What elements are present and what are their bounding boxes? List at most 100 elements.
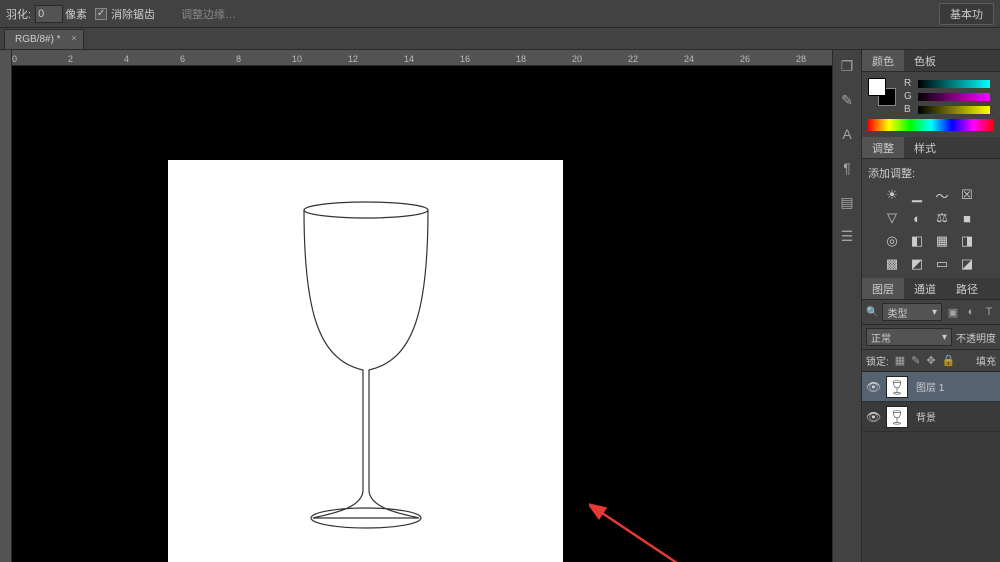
ruler-tick: 14 xyxy=(404,54,414,64)
ruler-tick: 26 xyxy=(740,54,750,64)
antialias-checkbox[interactable] xyxy=(95,8,107,20)
b-slider[interactable] xyxy=(918,106,990,114)
filter-type-dropdown[interactable]: 类型▾ xyxy=(882,303,942,321)
tab-adjustments[interactable]: 调整 xyxy=(862,137,904,158)
photo-filter-icon[interactable]: ◎ xyxy=(884,233,900,249)
foreground-color-swatch[interactable] xyxy=(868,78,886,96)
lock-all-icon[interactable]: 🔒 xyxy=(942,354,956,367)
hue-icon[interactable]: ◐ xyxy=(909,210,925,226)
lock-move-icon[interactable]: ✥ xyxy=(926,354,935,367)
ruler-tick: 28 xyxy=(796,54,806,64)
layer-thumbnail[interactable] xyxy=(886,406,908,428)
vibrance-icon[interactable]: ▽ xyxy=(884,210,900,226)
ruler-tick: 18 xyxy=(516,54,526,64)
ruler-horizontal[interactable]: 0246810121416182022242628 xyxy=(12,50,832,66)
options-bar: 羽化: 像素 消除锯齿 调整边缘… 基本功 xyxy=(0,0,1000,28)
tab-styles[interactable]: 样式 xyxy=(904,137,946,158)
posterize-icon[interactable]: ▩ xyxy=(884,256,900,272)
character-icon[interactable]: A xyxy=(837,124,857,144)
ruler-tick: 4 xyxy=(124,54,129,64)
r-slider-row: R xyxy=(904,78,994,89)
adjustments-title: 添加调整: xyxy=(868,165,994,181)
curves-icon[interactable]: 〜 xyxy=(934,187,950,203)
layer-list: 👁 图层 1 👁 背景 xyxy=(862,372,1000,562)
bw-icon[interactable]: ■ xyxy=(959,210,975,226)
feather-label: 羽化: xyxy=(6,6,31,22)
brush-icon[interactable]: ✎ xyxy=(837,90,857,110)
brightness-icon[interactable]: ☀ xyxy=(884,187,900,203)
filter-adjust-icon[interactable]: ◐ xyxy=(964,306,978,318)
adjust-panel-header: 调整 样式 xyxy=(862,137,1000,159)
tab-swatches[interactable]: 色板 xyxy=(904,50,946,71)
lock-row: 锁定: ▦ ✎ ✥ 🔒 填充 xyxy=(862,350,1000,372)
blend-mode-value: 正常 xyxy=(871,330,891,345)
levels-icon[interactable]: ▁ xyxy=(909,187,925,203)
color-panel: R G B xyxy=(862,72,1000,137)
layer-name: 图层 1 xyxy=(916,379,944,394)
layer-item[interactable]: 👁 图层 1 xyxy=(862,372,1000,402)
document-tab-title: RGB/8#) * xyxy=(15,34,61,45)
document-tab[interactable]: RGB/8#) * × xyxy=(4,29,84,49)
options-icon[interactable]: ☰ xyxy=(837,226,857,246)
invert-icon[interactable]: ◨ xyxy=(959,233,975,249)
wineglass-image xyxy=(168,160,563,562)
ruler-tick: 8 xyxy=(236,54,241,64)
paragraph-icon[interactable]: ¶ xyxy=(837,158,857,178)
exposure-icon[interactable]: ☒ xyxy=(959,187,975,203)
g-slider-row: G xyxy=(904,91,994,102)
blend-mode-dropdown[interactable]: 正常▾ xyxy=(866,328,952,346)
document-canvas[interactable] xyxy=(168,160,563,562)
selective-color-icon[interactable]: ◪ xyxy=(959,256,975,272)
document-tab-bar: RGB/8#) * × xyxy=(0,28,1000,50)
main-row: 0246810121416182022242628 ❐ ✎ A ¶ xyxy=(0,50,1000,562)
lock-pixels-icon[interactable]: ▦ xyxy=(895,354,905,367)
balance-icon[interactable]: ⚖ xyxy=(934,210,950,226)
hue-strip[interactable] xyxy=(868,119,994,131)
ruler-tick: 10 xyxy=(292,54,302,64)
ruler-tick: 16 xyxy=(460,54,470,64)
eye-icon[interactable]: 👁 xyxy=(866,380,880,394)
filter-text-icon[interactable]: T xyxy=(982,306,996,318)
refine-edge-button[interactable]: 调整边缘… xyxy=(175,4,242,24)
color-swatches[interactable] xyxy=(868,78,896,106)
collapsed-panel-strip: ❐ ✎ A ¶ ▤ ☰ xyxy=(832,50,862,562)
canvas-content[interactable] xyxy=(12,66,832,562)
filter-image-icon[interactable]: ▣ xyxy=(946,306,960,319)
close-icon[interactable]: × xyxy=(71,33,76,43)
history-icon[interactable]: ❐ xyxy=(837,56,857,76)
ruler-vertical[interactable] xyxy=(0,50,12,562)
threshold-icon[interactable]: ◩ xyxy=(909,256,925,272)
layer-thumbnail[interactable] xyxy=(886,376,908,398)
layers-panel-header: 图层 通道 路径 xyxy=(862,278,1000,300)
filter-magnifier-icon: 🔍 xyxy=(866,307,878,318)
r-slider[interactable] xyxy=(918,80,990,88)
tab-layers[interactable]: 图层 xyxy=(862,278,904,299)
tab-color[interactable]: 颜色 xyxy=(862,50,904,71)
ruler-tick: 24 xyxy=(684,54,694,64)
canvas-area: 0246810121416182022242628 xyxy=(0,50,832,562)
opacity-label: 不透明度 xyxy=(956,330,996,345)
fill-label: 填充 xyxy=(976,353,996,368)
workspace-pill[interactable]: 基本功 xyxy=(939,3,994,25)
layer-name: 背景 xyxy=(916,409,936,424)
layers-alt-icon[interactable]: ▤ xyxy=(837,192,857,212)
lock-brush-icon[interactable]: ✎ xyxy=(911,354,920,367)
layers-panel: 🔍 类型▾ ▣ ◐ T 正常▾ 不透明度 锁定: ▦ ✎ ✥ 🔒 填充 xyxy=(862,300,1000,562)
ruler-tick: 20 xyxy=(572,54,582,64)
lookup-icon[interactable]: ▦ xyxy=(934,233,950,249)
layer-item[interactable]: 👁 背景 xyxy=(862,402,1000,432)
channel-mixer-icon[interactable]: ◧ xyxy=(909,233,925,249)
ruler-tick: 22 xyxy=(628,54,638,64)
annotation-arrow-icon xyxy=(589,501,729,562)
tab-channels[interactable]: 通道 xyxy=(904,278,946,299)
feather-input[interactable] xyxy=(35,5,63,23)
gradient-map-icon[interactable]: ▭ xyxy=(934,256,950,272)
tab-paths[interactable]: 路径 xyxy=(946,278,988,299)
b-label: B xyxy=(904,104,914,115)
eye-icon[interactable]: 👁 xyxy=(866,410,880,424)
g-slider[interactable] xyxy=(918,93,990,101)
blend-row: 正常▾ 不透明度 xyxy=(862,325,1000,350)
antialias-label: 消除锯齿 xyxy=(111,6,155,22)
adjustment-icon-grid: ☀ ▁ 〜 ☒ ▽ ◐ ⚖ ■ ◎ ◧ ▦ ◨ ▩ ◩ ▭ ◪ xyxy=(868,187,994,272)
right-panels: 颜色 色板 R G B 调整 样式 添加调整: ☀ ▁ 〜 ☒ ▽ xyxy=(862,50,1000,562)
